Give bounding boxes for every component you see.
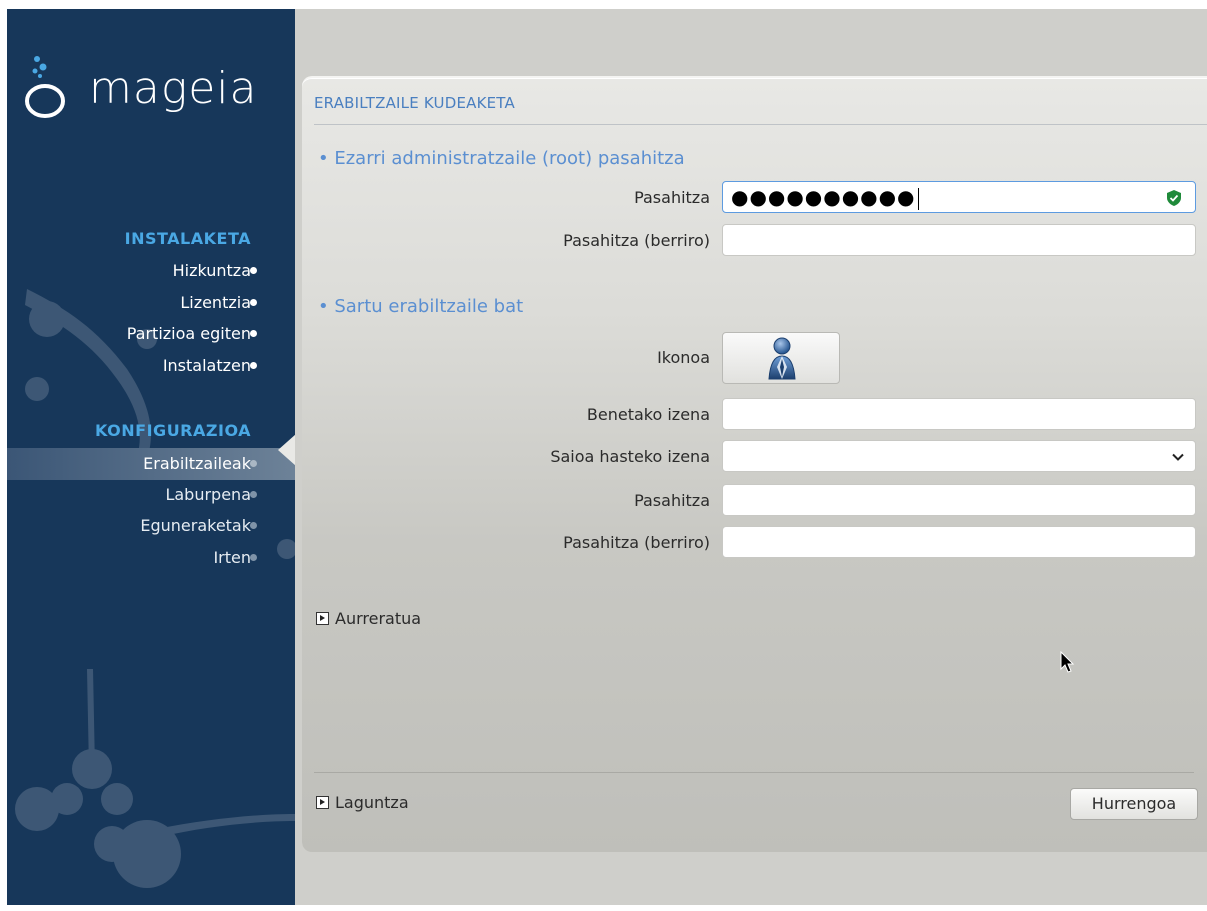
sidebar-item-users: Erabiltzaileak [7,448,295,480]
section-title-config: KONFIGURAZIOA [95,421,251,440]
mageia-logo-text: mageia [89,63,258,114]
real-name-label: Benetako izena [586,405,710,424]
shield-icon [1167,190,1181,206]
help-expander[interactable]: Laguntza [316,793,409,812]
user-icon-label: Ikonoa [657,348,710,367]
user-icon-button[interactable] [722,332,840,384]
sidebar-item-label: Instalatzen [162,356,251,375]
expand-arrow-icon [316,612,329,625]
root-password-heading: • Ezarri administratzaile (root) pasahit… [318,148,685,169]
root-password-label: Pasahitza [634,188,710,207]
sidebar-item-label: Irten [213,548,251,567]
user-icon [768,337,796,380]
sidebar-item-label: Erabiltzaileak [143,454,251,473]
login-name-combo[interactable] [722,440,1196,472]
sidebar-item-label: Partizioa egiten [126,324,251,343]
sidebar: mageia INSTALAKETA Hizkuntza Lizentzia P… [7,9,295,905]
sidebar-item-label: Eguneraketak [140,516,251,535]
mageia-logo: mageia [25,49,285,129]
real-name-field[interactable] [722,398,1196,430]
cursor-icon [1060,651,1075,673]
footer-divider [314,772,1194,773]
user-password-repeat-field[interactable] [722,526,1196,558]
sidebar-item-label: Laburpena [165,485,251,504]
sidebar-item-summary: Laburpena [7,480,295,510]
sidebar-item-license: Lizentzia [7,288,295,318]
step-done-dot [250,362,257,369]
main-panel: ERABILTZAILE KUDEAKETA • Ezarri administ… [302,76,1207,852]
page-title: ERABILTZAILE KUDEAKETA [314,94,515,112]
sidebar-item-label: Lizentzia [180,293,251,312]
active-step-pointer [278,434,295,466]
step-done-dot [250,299,257,306]
step-pending-dot [250,522,257,529]
step-pending-dot [250,554,257,561]
section-title-install: INSTALAKETA [124,229,251,248]
window-bottom-border [0,905,1207,911]
sidebar-item-exit: Irten [7,543,295,573]
step-done-dot [250,330,257,337]
step-current-dot [250,460,257,467]
root-password-field[interactable]: ●●●●●●●●●● [722,181,1196,213]
login-name-label: Saioa hasteko izena [550,447,710,466]
sidebar-item-language: Hizkuntza [7,256,295,286]
step-pending-dot [250,491,257,498]
next-button[interactable]: Hurrengoa [1070,788,1198,820]
root-password-repeat-label: Pasahitza (berriro) [563,231,710,250]
user-password-label: Pasahitza [634,491,710,510]
mageia-logo-icon [25,56,65,118]
sidebar-item-label: Hizkuntza [172,261,251,280]
sidebar-item-partitioning: Partizioa egiten [7,319,295,349]
window-left-border [0,0,7,911]
user-password-repeat-label: Pasahitza (berriro) [563,533,710,552]
step-done-dot [250,267,257,274]
user-password-field[interactable] [722,484,1196,516]
advanced-expander[interactable]: Aurreratua [316,609,421,628]
password-mask: ●●●●●●●●●● [731,186,919,210]
window-top-border [0,0,1207,9]
sidebar-item-updates: Eguneraketak [7,511,295,541]
title-divider [314,124,1207,125]
root-password-repeat-field[interactable] [722,224,1196,256]
expand-arrow-icon [316,796,329,809]
chevron-down-icon[interactable] [1171,450,1185,464]
sidebar-item-installing: Instalatzen [7,351,295,381]
user-section-heading: • Sartu erabiltzaile bat [318,296,524,317]
